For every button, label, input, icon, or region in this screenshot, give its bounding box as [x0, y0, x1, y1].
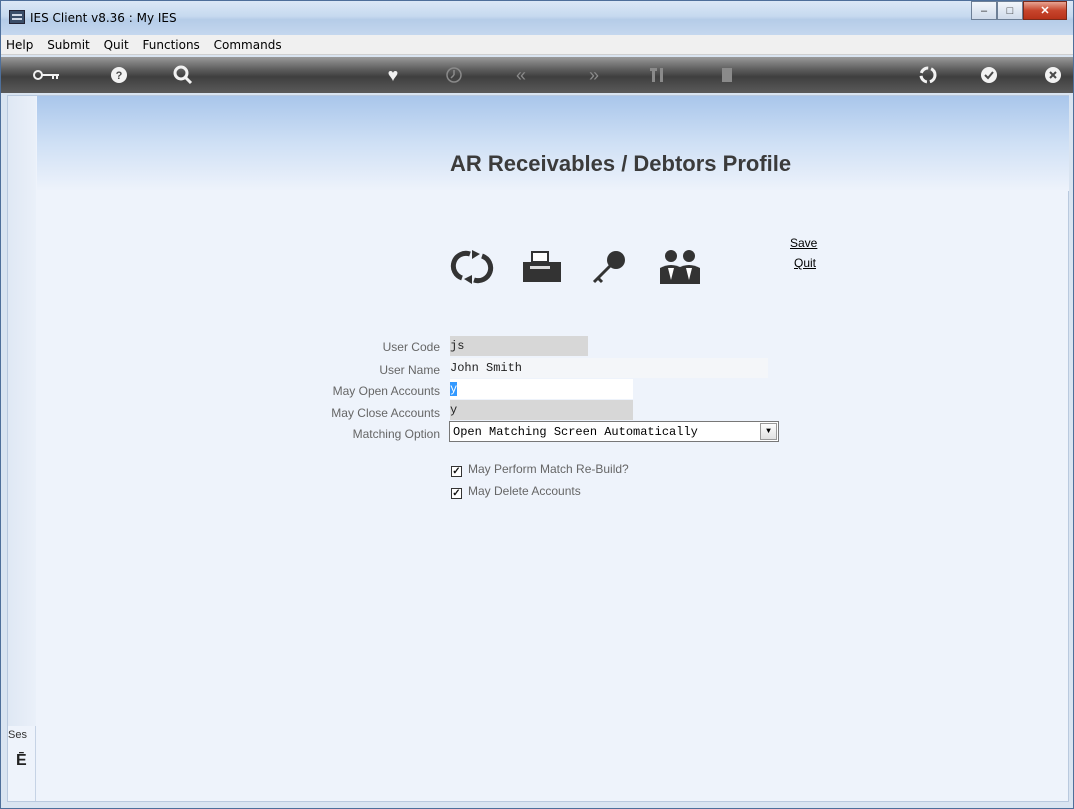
toolbar: ? ♥ « » [1, 57, 1073, 93]
window-title: IES Client v8.36 : My IES [30, 11, 177, 25]
session-panel: Ses Ē [8, 96, 36, 801]
chevron-down-icon[interactable]: ▼ [760, 423, 777, 440]
user-name-label: User Name [379, 363, 440, 377]
printer-icon[interactable] [520, 248, 564, 286]
delete-checkbox-label: May Delete Accounts [468, 484, 581, 498]
app-icon[interactable] [9, 10, 25, 24]
user-name-field[interactable]: John Smith [450, 358, 768, 378]
page-title: AR Receivables / Debtors Profile [450, 151, 792, 176]
may-open-value: y [450, 382, 458, 396]
search-icon[interactable] [171, 65, 195, 85]
delete-checkbox[interactable]: ✓ [451, 488, 462, 499]
favorite-icon[interactable]: ♥ [381, 65, 405, 85]
forward-icon[interactable]: » [582, 65, 606, 85]
delete-checkbox-row[interactable]: ✓ May Delete Accounts [451, 484, 581, 499]
recycle-icon[interactable] [916, 65, 940, 85]
svg-text:?: ? [116, 70, 123, 82]
may-close-label: May Close Accounts [331, 406, 440, 420]
app-window: IES Client v8.36 : My IES – □ ✕ Help Sub… [0, 0, 1074, 809]
document-icon[interactable] [715, 65, 739, 85]
quit-button[interactable]: Quit [794, 256, 816, 270]
ok-icon[interactable] [977, 65, 1001, 85]
close-window-button[interactable]: ✕ [1023, 1, 1067, 20]
menu-quit[interactable]: Quit [99, 35, 134, 52]
may-open-field[interactable]: y [450, 379, 633, 399]
key-action-icon[interactable] [588, 248, 632, 286]
user-code-field: js [450, 336, 588, 356]
tools-icon[interactable] [646, 65, 670, 85]
title-bar[interactable]: IES Client v8.36 : My IES – □ ✕ [1, 1, 1073, 35]
menu-submit[interactable]: Submit [42, 35, 95, 52]
clock-icon[interactable] [442, 65, 466, 85]
may-open-label: May Open Accounts [332, 384, 440, 398]
rebuild-checkbox[interactable]: ✓ [451, 466, 462, 477]
rebuild-checkbox-row[interactable]: ✓ May Perform Match Re-Build? [451, 462, 629, 477]
back-icon[interactable]: « [509, 65, 533, 85]
matching-option-label: Matching Option [352, 427, 440, 441]
session-icon[interactable]: Ē [16, 752, 27, 770]
refresh-icon[interactable] [450, 248, 494, 286]
minimize-button[interactable]: – [971, 1, 997, 20]
maximize-button[interactable]: □ [997, 1, 1023, 20]
key-icon[interactable] [31, 65, 61, 85]
window-controls: – □ ✕ [971, 1, 1067, 21]
users-icon[interactable] [658, 248, 702, 286]
may-close-field: y [450, 400, 633, 420]
rebuild-checkbox-label: May Perform Match Re-Build? [468, 462, 629, 476]
user-code-label: User Code [382, 340, 440, 354]
main-content: Ses Ē AR Receivables / Debtors Profile S… [7, 95, 1069, 802]
session-panel-background [8, 96, 36, 726]
save-button[interactable]: Save [790, 236, 817, 250]
help-icon[interactable]: ? [107, 65, 131, 85]
menu-functions[interactable]: Functions [138, 35, 205, 52]
close-icon[interactable] [1041, 65, 1065, 85]
session-label: Ses [8, 729, 27, 741]
menu-bar: Help Submit Quit Functions Commands [1, 35, 1073, 55]
menu-help[interactable]: Help [1, 35, 38, 52]
matching-option-select[interactable]: Open Matching Screen Automatically ▼ [449, 421, 779, 442]
matching-option-value: Open Matching Screen Automatically [453, 425, 698, 439]
menu-commands[interactable]: Commands [209, 35, 287, 52]
